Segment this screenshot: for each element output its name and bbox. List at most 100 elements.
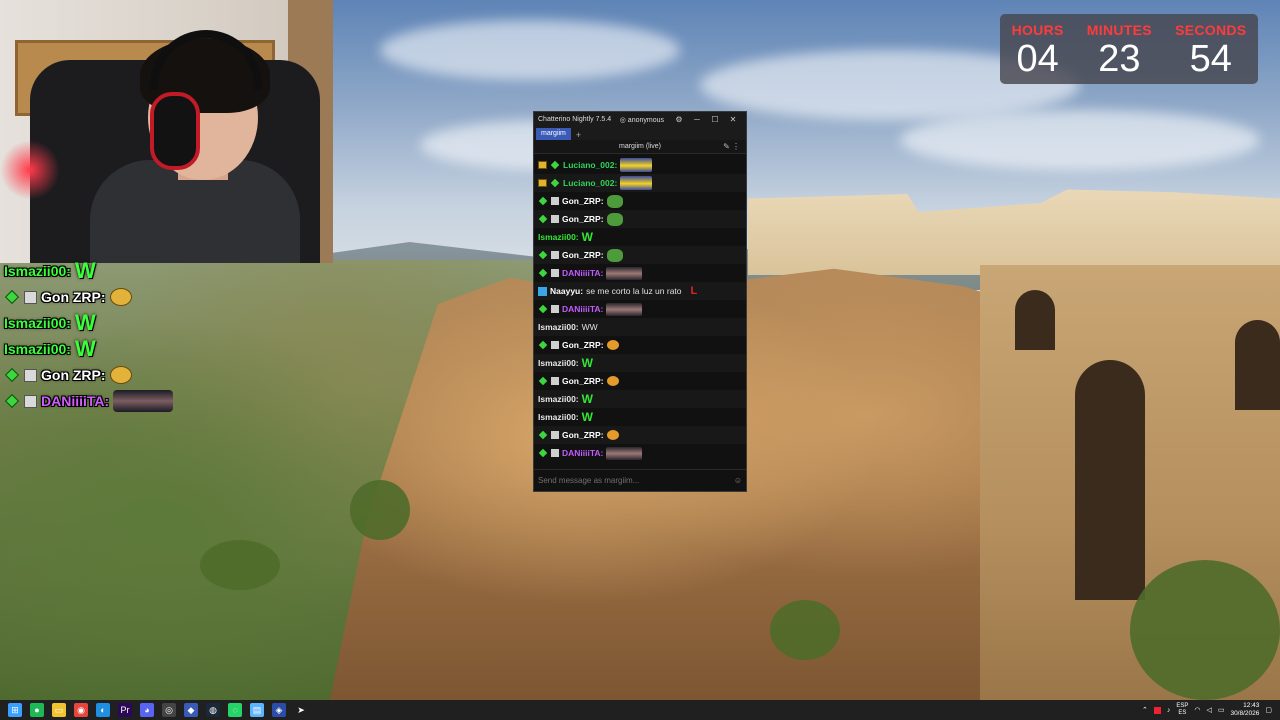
emote-picker-icon[interactable]: ☺ (734, 476, 742, 485)
chat-username[interactable]: DANiiiiTA: (562, 268, 603, 278)
window-titlebar[interactable]: Chatterino Nightly 7.5.4 ◎ anonymous ⚙ ─… (534, 112, 746, 127)
sub-badge-icon[interactable] (551, 197, 559, 205)
chat-username[interactable]: Ismazii00: (538, 322, 579, 332)
chat-username[interactable]: Gon_ZRP: (562, 196, 604, 206)
add-tab-button[interactable]: + (571, 130, 586, 140)
notepad-icon[interactable]: ▤ (250, 703, 264, 717)
chat-username[interactable]: Ismazii00: (538, 232, 579, 242)
emote-pepe-icon[interactable] (606, 212, 623, 226)
diamond-badge-icon[interactable] (550, 178, 560, 188)
chat-message[interactable]: Luciano_002: (534, 174, 746, 192)
chat-username[interactable]: DANiiiiTA: (562, 304, 603, 314)
emote-dish-icon[interactable] (606, 446, 643, 460)
diamond-badge-icon[interactable] (538, 304, 548, 314)
chat-message[interactable]: Naayyu: se me corto la luz un rato L (534, 282, 746, 300)
account-switcher[interactable]: ◎ anonymous (620, 116, 664, 124)
chat-username[interactable]: Naayyu: (550, 286, 583, 296)
chat-message[interactable]: Ismazii00: W (534, 408, 746, 426)
emote-dish-icon[interactable] (606, 302, 643, 316)
chat-username[interactable]: Gon_ZRP: (562, 214, 604, 224)
diamond-badge-icon[interactable] (538, 268, 548, 278)
notifications-icon[interactable]: ▢ (1265, 706, 1272, 714)
message-input-area[interactable]: ☺ (534, 469, 746, 491)
emote-face-icon[interactable] (606, 430, 619, 440)
chat-message[interactable]: Gon_ZRP: (534, 246, 746, 264)
obs-icon[interactable]: ◎ (162, 703, 176, 717)
chrome-icon[interactable]: ◉ (74, 703, 88, 717)
minimize-icon[interactable]: ─ (688, 115, 706, 124)
diamond-badge-icon[interactable] (538, 196, 548, 206)
chatterino-window[interactable]: Chatterino Nightly 7.5.4 ◎ anonymous ⚙ ─… (533, 111, 747, 492)
chat-username[interactable]: Ismazii00: (538, 412, 579, 422)
chat-username[interactable]: Ismazii00: (538, 358, 579, 368)
sub-badge-icon[interactable] (551, 431, 559, 439)
network-icon[interactable]: ◠ (1194, 706, 1200, 714)
emote-pepe-icon[interactable] (606, 194, 623, 208)
language-indicator[interactable]: ESP ES (1176, 703, 1188, 717)
windows-start-icon[interactable]: ⊞ (8, 703, 22, 717)
chat-username[interactable]: Gon_ZRP: (562, 376, 604, 386)
file-explorer-icon[interactable]: ▭ (52, 703, 66, 717)
more-options-icon[interactable]: ⋮ (732, 142, 740, 151)
maximize-icon[interactable]: ☐ (706, 115, 724, 124)
chat-username[interactable]: Luciano_002: (563, 178, 617, 188)
diamond-badge-icon[interactable] (538, 214, 548, 224)
sub-badge-icon[interactable] (551, 269, 559, 277)
chat-message[interactable]: Ismazii00: W (534, 390, 746, 408)
chat-username[interactable]: DANiiiiTA: (562, 448, 603, 458)
chat-message[interactable]: DANiiiiTA: (534, 264, 746, 282)
tab-margiim[interactable]: margiim (536, 128, 571, 140)
emote-car-icon[interactable] (620, 158, 653, 172)
pencil-icon[interactable]: ✎ (723, 142, 730, 151)
diamond-badge-icon[interactable] (538, 430, 548, 440)
chat-username[interactable]: Gon_ZRP: (562, 340, 604, 350)
discord-icon[interactable]: ◕ (140, 703, 154, 717)
volume-icon[interactable]: ◁ (1206, 706, 1211, 714)
chat-message[interactable]: Ismazii00: W (534, 354, 746, 372)
sub-badge-icon[interactable] (551, 251, 559, 259)
chat-username[interactable]: Ismazii00: (538, 394, 579, 404)
diamond-badge-icon[interactable] (538, 448, 548, 458)
chat-username[interactable]: Luciano_002: (563, 160, 617, 170)
tray-app-icon[interactable] (1153, 706, 1161, 714)
channel-header[interactable]: margiim (live) ✎ ⋮ (534, 140, 746, 154)
message-list[interactable]: Luciano_002: Luciano_002: Gon_ZRP: Gon_ZRP:… (534, 154, 746, 472)
diamond-badge-icon[interactable] (538, 376, 548, 386)
whatsapp-icon[interactable]: ◌ (228, 703, 242, 717)
chatterino-icon[interactable]: ◆ (184, 703, 198, 717)
emote-face-icon[interactable] (606, 340, 619, 350)
chat-username[interactable]: Gon_ZRP: (562, 430, 604, 440)
emote-pepe-icon[interactable] (606, 248, 623, 262)
diamond-badge-icon[interactable] (550, 160, 560, 170)
emote-face-icon[interactable] (606, 376, 619, 386)
premiere-icon[interactable]: Pr (118, 703, 132, 717)
steam-icon[interactable]: ◍ (206, 703, 220, 717)
verified-badge-icon[interactable] (538, 286, 547, 296)
sub-badge-icon[interactable] (551, 377, 559, 385)
settings-gear-icon[interactable]: ⚙ (670, 115, 688, 124)
microphone-icon[interactable]: ♪ (1167, 707, 1171, 714)
chat-message[interactable]: Gon_ZRP: (534, 426, 746, 444)
sub-badge-icon[interactable] (551, 215, 559, 223)
battery-icon[interactable]: ▭ (1218, 706, 1225, 714)
sub-badge-icon[interactable] (551, 341, 559, 349)
chat-message[interactable]: Gon_ZRP: (534, 192, 746, 210)
tray-overflow-icon[interactable]: ⌃ (1142, 706, 1148, 714)
close-icon[interactable]: ✕ (724, 115, 742, 124)
spotify-icon[interactable]: ● (30, 703, 44, 717)
crown-badge-icon[interactable] (538, 161, 547, 169)
chat-message[interactable]: Gon_ZRP: (534, 336, 746, 354)
chat-message[interactable]: Gon_ZRP: (534, 210, 746, 228)
chat-message[interactable]: Luciano_002: (534, 156, 746, 174)
message-input[interactable] (538, 476, 734, 485)
chat-message[interactable]: Gon_ZRP: (534, 372, 746, 390)
chat-message[interactable]: Ismazii00: WW (534, 318, 746, 336)
emote-dish-icon[interactable] (606, 266, 643, 280)
chat-message[interactable]: DANiiiiTA: (534, 444, 746, 462)
diamond-badge-icon[interactable] (538, 340, 548, 350)
chat-message[interactable]: Ismazii00: W (534, 228, 746, 246)
diamond-badge-icon[interactable] (538, 250, 548, 260)
crown-badge-icon[interactable] (538, 179, 547, 187)
chatterino-alt-icon[interactable]: ◈ (272, 703, 286, 717)
sub-badge-icon[interactable] (551, 305, 559, 313)
